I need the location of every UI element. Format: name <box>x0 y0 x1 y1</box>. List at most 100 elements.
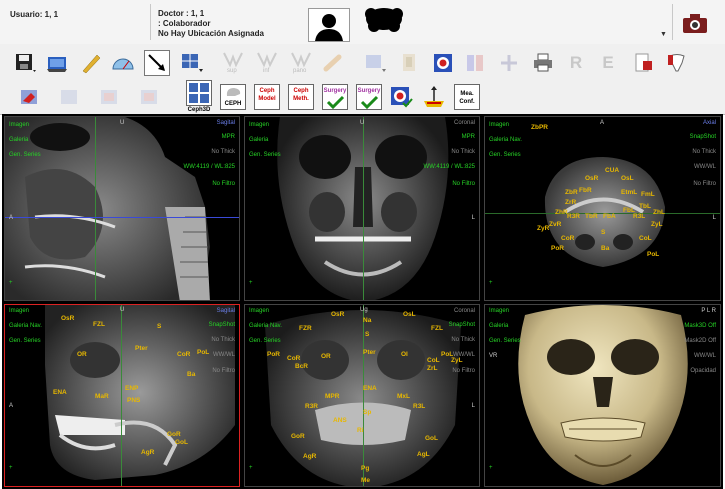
overlay-galeria[interactable]: Galeria Nav. <box>249 323 282 329</box>
target-button[interactable] <box>430 50 456 76</box>
measure-grid-button[interactable] <box>496 50 522 76</box>
ceph-meth-button[interactable]: Ceph Meth. <box>288 84 314 110</box>
add-button[interactable]: + <box>249 280 253 286</box>
window-level[interactable]: WW/WL <box>213 352 235 358</box>
overlay-gen-series[interactable]: Gen. Series <box>489 152 521 158</box>
add-button[interactable]: + <box>489 280 493 286</box>
arrow-tool-button[interactable] <box>144 50 170 76</box>
window-level[interactable]: WW:4119 / WL:825 <box>424 164 475 170</box>
snapshot[interactable]: SnapShot <box>690 134 716 140</box>
crosshair-vertical[interactable] <box>121 305 122 486</box>
add-button[interactable]: + <box>9 280 13 286</box>
crosshair-vertical[interactable] <box>363 305 364 486</box>
report-button[interactable] <box>396 50 422 76</box>
ruler-icon <box>82 54 101 74</box>
thickness[interactable]: No Thick <box>451 149 475 155</box>
viewport-sagittal-ceph[interactable]: Imagen Galeria Nav. Gen. Series U Sagita… <box>4 304 240 487</box>
overlay-galeria[interactable]: Galeria <box>489 323 508 329</box>
ruler-button[interactable] <box>78 50 104 76</box>
surgery-button-1[interactable]: Surgery <box>322 84 348 110</box>
filter[interactable]: No Filtro <box>452 368 475 374</box>
add-button[interactable]: + <box>489 465 493 471</box>
add-button[interactable]: + <box>249 465 253 471</box>
window-level[interactable]: WW:4119 / WL:825 <box>184 164 235 170</box>
thickness[interactable]: No Thick <box>211 149 235 155</box>
overlay-gen-series[interactable]: Gen. Series <box>249 338 281 344</box>
grid-dropdown-button[interactable] <box>362 50 388 76</box>
thickness[interactable]: No Thick <box>451 337 475 343</box>
window-level[interactable]: WW/WL <box>694 353 716 359</box>
opacity[interactable]: Opacidad <box>690 368 716 374</box>
mask2d-toggle[interactable]: Mask2D Off <box>684 338 716 344</box>
filter[interactable]: No Filtro <box>212 181 235 187</box>
ceph-button[interactable]: CEPH <box>220 84 246 110</box>
overlay-imagen[interactable]: Imagen <box>489 308 509 314</box>
render-mode[interactable]: MPR <box>462 134 475 140</box>
viewport-sagittal-mpr[interactable]: Imagen Galeria Gen. Series U Sagital MPR… <box>4 116 240 301</box>
save-button[interactable] <box>12 50 38 76</box>
export-button[interactable] <box>44 50 70 76</box>
crosshair-vertical[interactable] <box>363 117 364 300</box>
landmark-label: ANS <box>333 417 347 424</box>
overlay-galeria[interactable]: Galeria <box>249 137 268 143</box>
overlay-gen-series[interactable]: Gen. Series <box>9 152 41 158</box>
filter[interactable]: No Filtro <box>452 181 475 187</box>
reset-e-button[interactable]: E <box>598 53 618 73</box>
surgery-button-2[interactable]: Surgery <box>356 84 382 110</box>
add-button[interactable]: + <box>9 465 13 471</box>
patient-photo-icon[interactable] <box>364 6 404 32</box>
crosshair-vertical[interactable] <box>95 117 96 300</box>
overlay-imagen[interactable]: Imagen <box>9 308 29 314</box>
overlay-galeria[interactable]: Galeria Nav. <box>489 137 522 143</box>
volume-pano-button[interactable]: pano <box>288 50 314 76</box>
volume-sup-button[interactable]: sup <box>220 50 246 76</box>
filter[interactable]: No Filtro <box>693 181 716 187</box>
image-button-3[interactable] <box>136 84 162 110</box>
overlay-vr[interactable]: VR <box>489 353 497 359</box>
bone-button[interactable] <box>320 50 346 76</box>
viewport-coronal-ceph[interactable]: Imagen Galeria Nav. Gen. Series Ug Coron… <box>244 304 480 487</box>
overlay-galeria[interactable]: Galeria Nav. <box>9 323 42 329</box>
thickness[interactable]: No Thick <box>211 337 235 343</box>
soft-tissue-button[interactable] <box>420 84 446 110</box>
overlay-gen-series[interactable]: Gen. Series <box>249 152 281 158</box>
ceph-model-button[interactable]: Ceph Model <box>254 84 280 110</box>
erase-button[interactable] <box>16 84 42 110</box>
overlay-imagen[interactable]: Imagen <box>9 122 29 128</box>
protractor-button[interactable] <box>110 50 136 76</box>
overlay-imagen[interactable]: Imagen <box>489 122 509 128</box>
overlay-galeria[interactable]: Galeria <box>9 137 28 143</box>
sagittal-ct-image <box>5 117 210 300</box>
snapshot[interactable]: SnapShot <box>449 322 475 328</box>
overlay-gen-series[interactable]: Gen. Series <box>9 338 41 344</box>
pdf-export-button[interactable] <box>630 50 656 76</box>
print-button[interactable] <box>530 50 556 76</box>
viewport-axial[interactable]: Imagen Galeria Nav. Gen. Series A Axial … <box>484 116 721 301</box>
target-check-button[interactable] <box>388 84 414 110</box>
image-button-1[interactable] <box>56 84 82 110</box>
mask3d-toggle[interactable]: Mask3D Off <box>684 323 716 329</box>
mea-conf-button[interactable]: Mea. Conf. <box>454 84 480 110</box>
overlay-imagen[interactable]: Imagen <box>249 122 269 128</box>
compare-button[interactable] <box>462 50 488 76</box>
volume-inf-button[interactable]: inf <box>254 50 280 76</box>
ceph3d-button[interactable] <box>186 80 212 106</box>
camera-icon[interactable] <box>682 12 708 34</box>
patient-avatar[interactable] <box>308 8 350 42</box>
overlay-gen-series[interactable]: Gen. Series <box>489 338 521 344</box>
window-level[interactable]: WW/WL <box>694 164 716 170</box>
implant-button[interactable] <box>664 50 690 76</box>
layout-button[interactable] <box>178 50 204 76</box>
filter[interactable]: No Filtro <box>212 368 235 374</box>
overlay-imagen[interactable]: Imagen <box>249 308 269 314</box>
render-mode[interactable]: MPR <box>222 134 235 140</box>
snapshot[interactable]: SnapShot <box>209 322 235 328</box>
viewport-coronal-mpr[interactable]: Imagen Galeria Gen. Series U Coronal MPR… <box>244 116 480 301</box>
image-button-2[interactable] <box>96 84 122 110</box>
orientation-buttons[interactable]: P L R <box>701 308 716 314</box>
thickness[interactable]: No Thick <box>692 149 716 155</box>
viewport-3d-render[interactable]: Imagen Galeria Gen. Series VR P L R Mask… <box>484 304 721 487</box>
header-dropdown-arrow[interactable]: ▼ <box>660 31 667 38</box>
crosshair-horizontal[interactable] <box>5 217 239 218</box>
reset-r-button[interactable]: R <box>566 53 586 73</box>
